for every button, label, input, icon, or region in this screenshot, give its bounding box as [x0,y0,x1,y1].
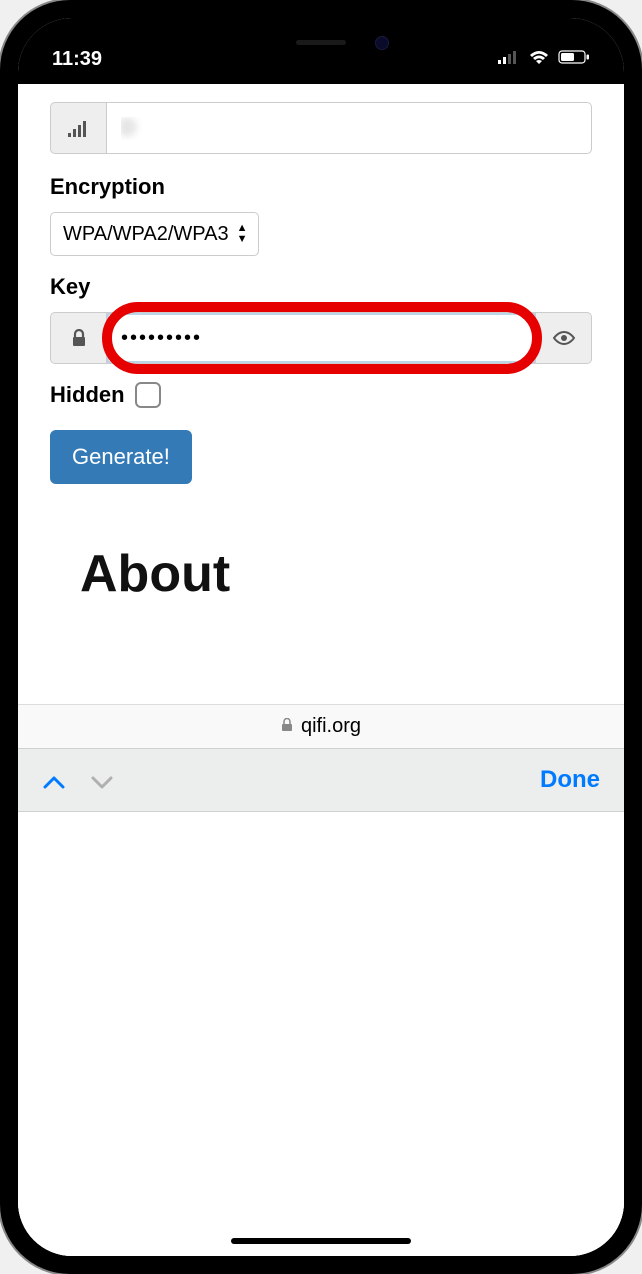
key-label: Key [50,274,592,300]
eye-icon [552,330,576,346]
hidden-label: Hidden [50,382,125,408]
keyboard-accessory-bar: Done [18,748,624,812]
hidden-row: Hidden [50,382,592,408]
status-time: 11:39 [52,48,102,71]
home-indicator[interactable] [231,1238,411,1244]
url-text: qifi.org [301,715,361,738]
encryption-value: WPA/WPA2/WPA3 [63,223,229,246]
signal-icon [50,102,106,154]
done-button[interactable]: Done [540,766,600,794]
nav-arrows [42,765,114,796]
phone-screen: 11:39 E [18,18,624,1256]
key-input-group [50,312,592,364]
cellular-icon [498,50,520,69]
ssid-input-group [50,102,592,154]
form-area: Encryption WPA/WPA2/WPA3 ▲▼ Key [18,84,624,604]
prev-field-button[interactable] [42,765,66,796]
url-bar[interactable]: qifi.org [18,704,624,748]
generate-button[interactable]: Generate! [50,430,192,484]
key-input[interactable] [106,312,536,364]
encryption-select[interactable]: WPA/WPA2/WPA3 ▲▼ [50,212,259,256]
ssid-input[interactable] [106,102,592,154]
about-heading: About [80,544,592,604]
hidden-checkbox[interactable] [135,382,161,408]
select-caret-icon: ▲▼ [237,223,247,245]
notch [191,18,451,62]
url-lock-icon [281,718,293,735]
phone-frame: 11:39 E [0,0,642,1274]
wifi-icon [528,49,550,70]
show-password-button[interactable] [536,312,592,364]
lock-icon [50,312,106,364]
content: Encryption WPA/WPA2/WPA3 ▲▼ Key [18,84,624,1256]
encryption-label: Encryption [50,174,592,200]
next-field-button[interactable] [90,765,114,796]
battery-icon [558,50,590,69]
status-icons [498,49,590,70]
keyboard-area [18,812,624,1256]
